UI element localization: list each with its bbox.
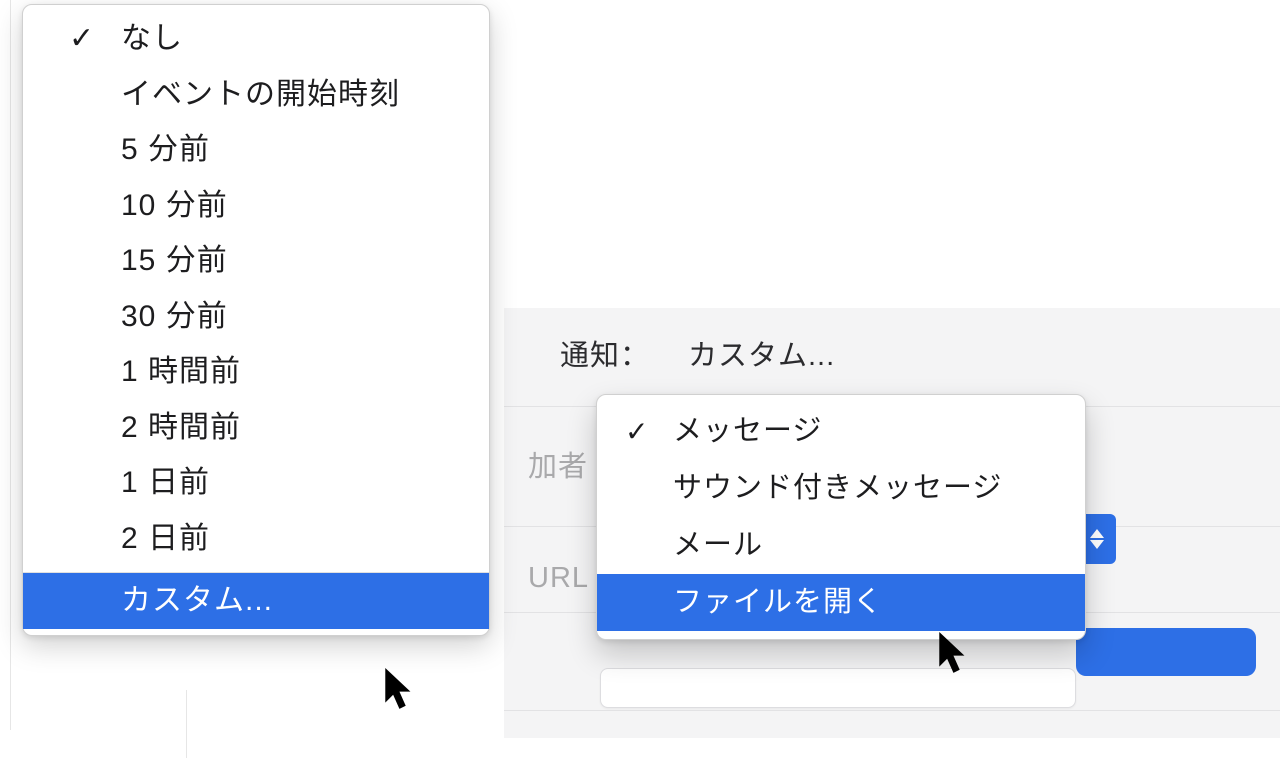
hidden-select-row [600,668,1076,708]
menu-item-label: 10 分前 [121,189,228,222]
confirm-button-partial[interactable] [1076,628,1256,676]
url-field-label-partial: URL [528,562,589,595]
menu-item-1-hour[interactable]: 1 時間前 [23,344,489,400]
menu-item-1-day[interactable]: 1 日前 [23,455,489,511]
checkmark-icon: ✓ [625,403,649,460]
menu-item-2-hours[interactable]: 2 時間前 [23,400,489,456]
menu-item-label: 2 時間前 [121,411,241,444]
menu-item-label: 30 分前 [121,300,228,333]
menu-item-label: メール [673,529,763,561]
menu-item-label: なし [121,22,183,55]
menu-item-label: 15 分前 [121,244,228,277]
menu-item-message[interactable]: ✓ メッセージ [597,403,1085,460]
menu-item-at-start[interactable]: イベントの開始時刻 [23,67,489,123]
divider [504,710,1280,711]
menu-item-label: サウンド付きメッセージ [673,472,1002,504]
menu-item-label: 1 時間前 [121,355,241,388]
menu-item-custom[interactable]: カスタム... [23,573,489,629]
menu-item-open-file[interactable]: ファイルを開く [597,574,1085,631]
menu-item-email[interactable]: メール [597,517,1085,574]
bg-guide-line [186,690,187,758]
menu-item-label: ファイルを開く [673,586,883,618]
menu-item-label: イベントの開始時刻 [121,78,400,111]
chevron-down-icon [1090,540,1104,549]
menu-item-15-min[interactable]: 15 分前 [23,233,489,289]
menu-item-none[interactable]: ✓ なし [23,11,489,67]
menu-item-30-min[interactable]: 30 分前 [23,289,489,345]
notification-field-value[interactable]: カスタム... [688,332,835,374]
menu-item-5-min[interactable]: 5 分前 [23,122,489,178]
menu-item-label: 2 日前 [121,522,210,555]
menu-item-label: 5 分前 [121,133,210,166]
menu-item-label: 1 日前 [121,466,210,499]
chevron-up-icon [1090,529,1104,538]
bg-guide-line [10,0,11,730]
notification-field-label: 通知： [560,332,650,374]
menu-item-10-min[interactable]: 10 分前 [23,178,489,234]
alert-time-dropdown[interactable]: ✓ なし イベントの開始時刻 5 分前 10 分前 15 分前 30 分前 1 … [22,4,490,636]
attendee-field-label-partial: 加者 [528,443,588,485]
menu-item-label: メッセージ [673,415,822,447]
mouse-cursor-icon [384,668,418,712]
menu-item-label: カスタム... [121,584,273,617]
alert-type-dropdown[interactable]: ✓ メッセージ サウンド付きメッセージ メール ファイルを開く [596,394,1086,640]
menu-item-message-with-sound[interactable]: サウンド付きメッセージ [597,460,1085,517]
checkmark-icon: ✓ [69,11,95,67]
menu-item-2-days[interactable]: 2 日前 [23,511,489,567]
